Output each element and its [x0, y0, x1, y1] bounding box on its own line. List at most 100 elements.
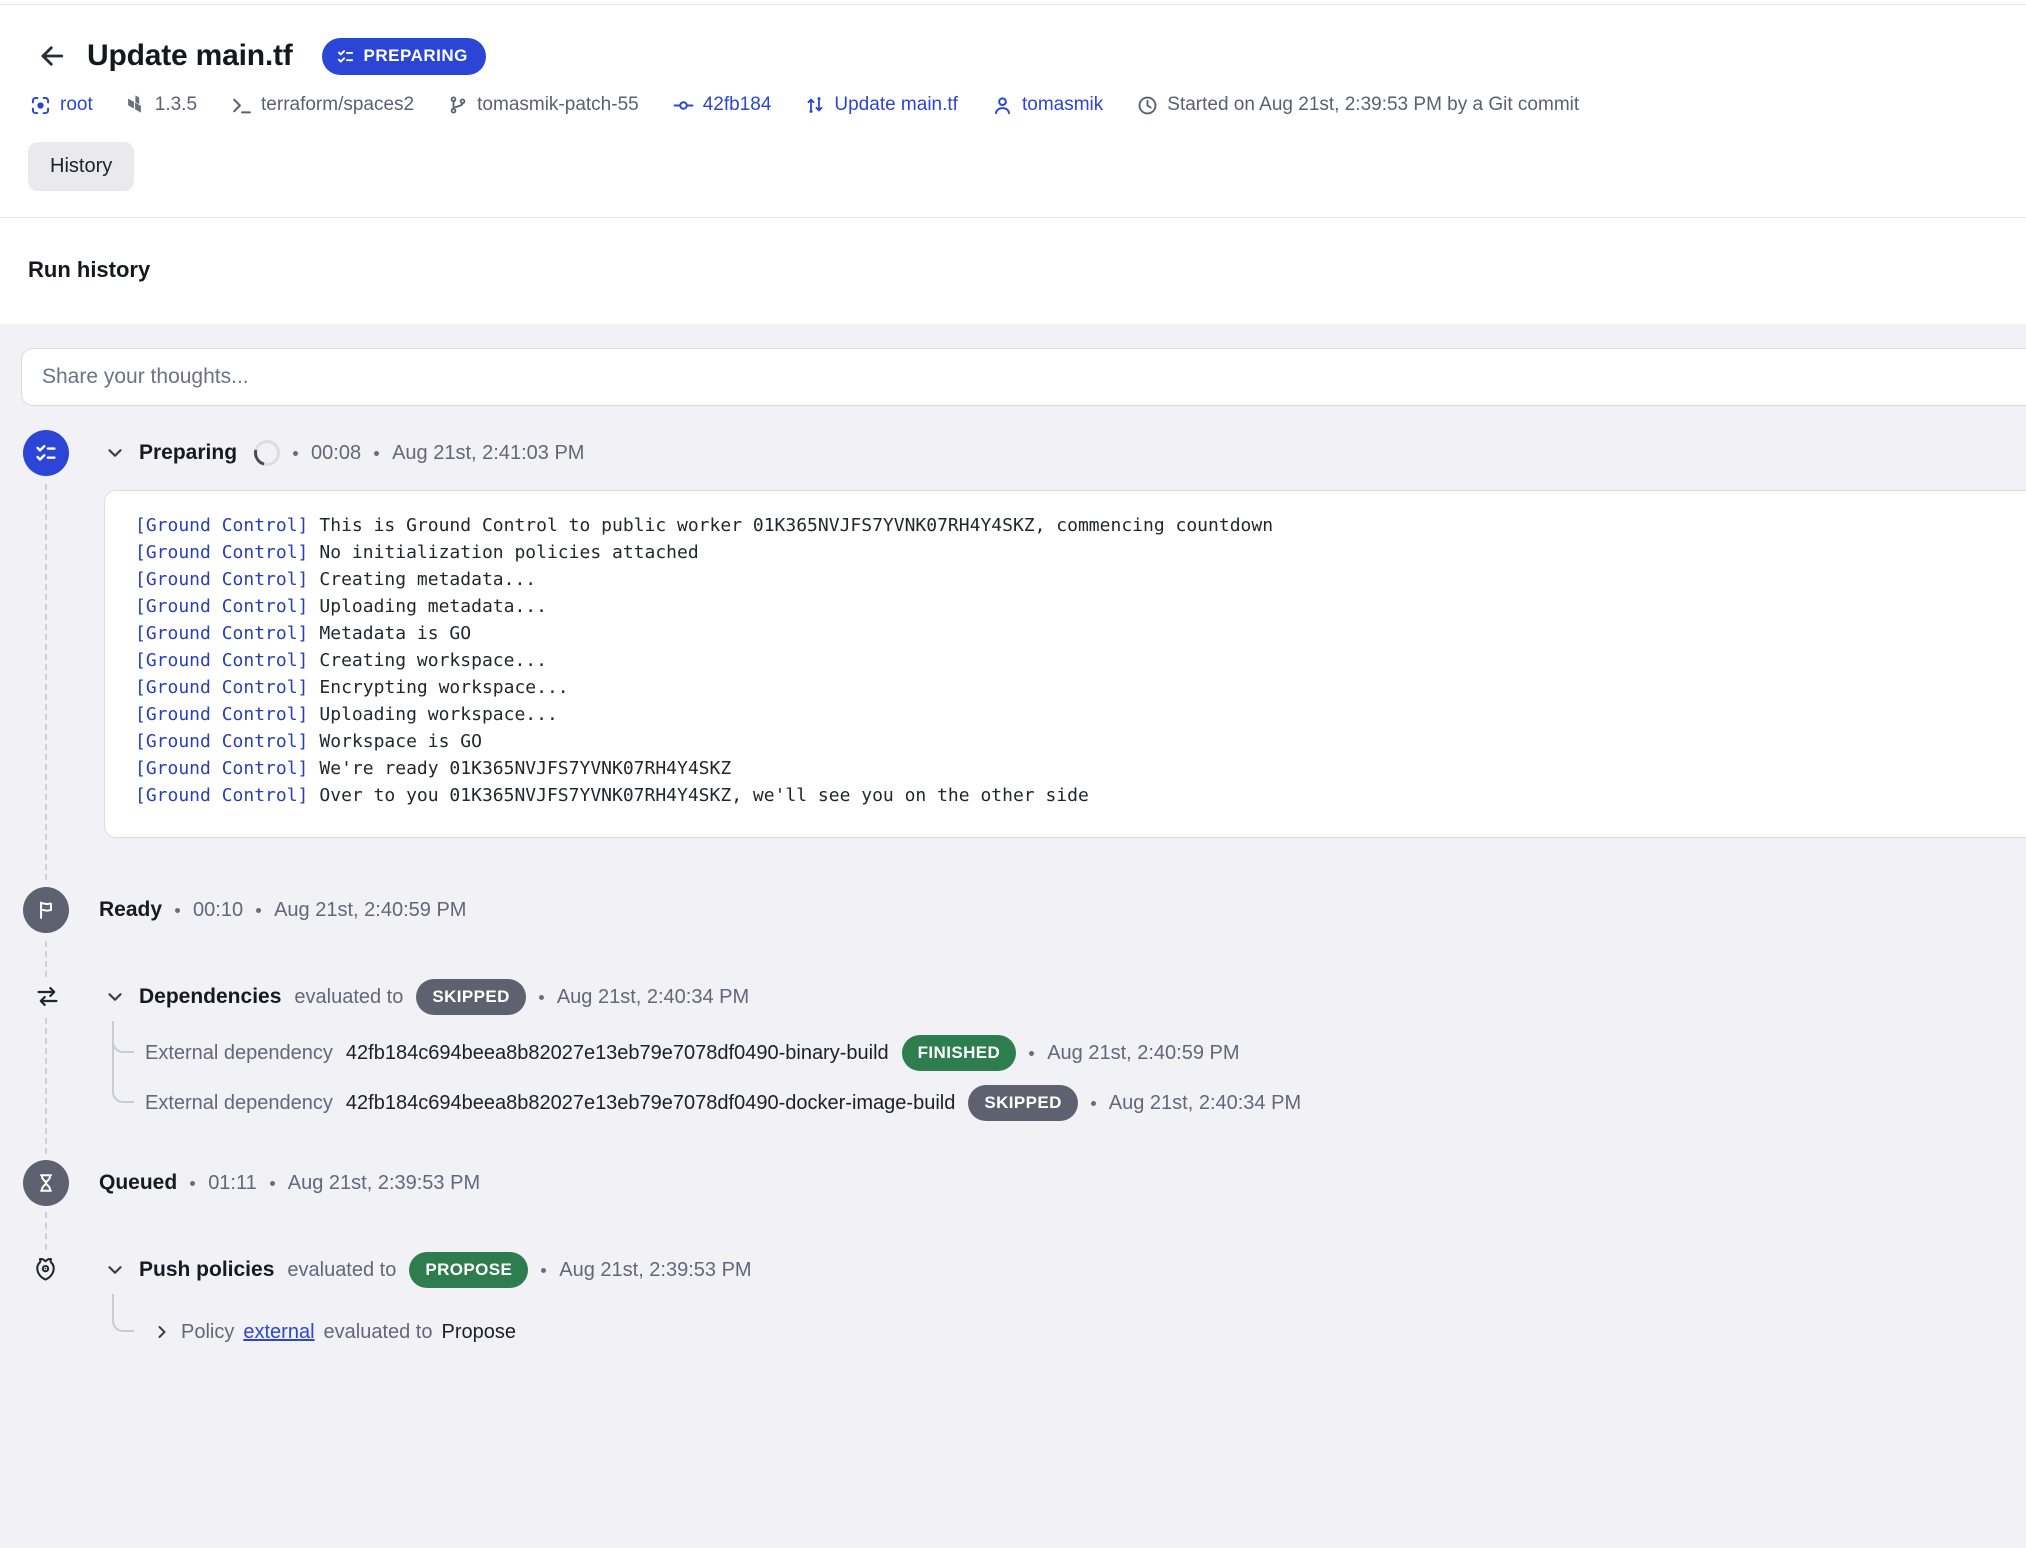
console-line: [Ground Control]Creating workspace... [135, 647, 2026, 674]
event-label: Preparing [139, 441, 237, 465]
event-label: Push policies [139, 1258, 274, 1282]
console-line: [Ground Control]Uploading workspace... [135, 701, 2026, 728]
dependency-name: 42fb184c694beea8b82027e13eb79e7078df0490… [346, 1042, 889, 1065]
event-timestamp: Aug 21st, 2:39:53 PM [288, 1172, 480, 1195]
event-timestamp: Aug 21st, 2:40:59 PM [274, 899, 466, 922]
policy-connector-text: evaluated to [324, 1321, 433, 1344]
console-line: [Ground Control]Encrypting workspace... [135, 674, 2026, 701]
branch-name: tomasmik-patch-55 [477, 94, 639, 116]
dot-separator [541, 1268, 546, 1273]
meta-project-root: terraform/spaces2 [231, 94, 414, 116]
dot-separator [539, 995, 544, 1000]
run-detail-page: Update main.tf PREPARING root 1.3.5 ter [0, 0, 2026, 1548]
timeline-event-dependencies: Dependencies evaluated to SKIPPED Aug 21… [104, 973, 749, 1021]
chevron-right-icon[interactable] [152, 1322, 172, 1342]
dot-separator [175, 908, 180, 913]
git-branch-icon [448, 95, 468, 115]
terraform-version: 1.3.5 [155, 94, 197, 116]
space-icon [30, 95, 51, 116]
event-duration: 00:08 [311, 442, 361, 465]
page-title: Update main.tf [87, 39, 293, 73]
dependency-type-label: External dependency [145, 1092, 333, 1115]
preparing-status-icon [23, 430, 69, 476]
console-line: [Ground Control]This is Ground Control t… [135, 512, 2026, 539]
dot-separator [270, 1181, 275, 1186]
timeline-connector [45, 484, 47, 880]
commit-message: Update main.tf [834, 94, 958, 116]
meta-commit-message[interactable]: Update main.tf [805, 94, 958, 116]
event-timestamp: Aug 21st, 2:40:34 PM [557, 986, 749, 1009]
dependency-name: 42fb184c694beea8b82027e13eb79e7078df0490… [346, 1092, 955, 1115]
chevron-down-icon[interactable] [104, 1259, 126, 1281]
console-line: [Ground Control]No initialization polici… [135, 539, 2026, 566]
external-dependency-row: External dependency 42fb184c694beea8b820… [145, 1029, 1240, 1077]
commit-icon [673, 95, 694, 116]
spinner-icon [249, 435, 285, 471]
tree-connector [112, 1294, 134, 1332]
queued-status-icon [23, 1160, 69, 1206]
console-line: [Ground Control]We're ready 01K365NVJFS7… [135, 755, 2026, 782]
chevron-down-icon[interactable] [104, 442, 126, 464]
policy-shield-icon [31, 1255, 60, 1284]
timeline-connector [45, 1212, 47, 1250]
timeline-event-queued: Queued 01:11 Aug 21st, 2:39:53 PM [99, 1159, 480, 1207]
terminal-icon [231, 95, 252, 116]
console-line: [Ground Control]Uploading metadata... [135, 593, 2026, 620]
meta-branch: tomasmik-patch-55 [448, 94, 639, 116]
status-badge: PROPOSE [409, 1252, 528, 1288]
clock-icon [1137, 95, 1158, 116]
tab-history[interactable]: History [28, 142, 134, 191]
timeline-connector [45, 941, 47, 977]
event-timestamp: Aug 21st, 2:40:59 PM [1047, 1042, 1239, 1065]
event-connector-text: evaluated to [287, 1259, 396, 1282]
started-on-text: Started on Aug 21st, 2:39:53 PM by a Git… [1167, 94, 1579, 116]
timeline-event-push-policies: Push policies evaluated to PROPOSE Aug 2… [104, 1246, 752, 1294]
header-divider [0, 217, 2026, 218]
timeline-event-ready: Ready 00:10 Aug 21st, 2:40:59 PM [99, 886, 466, 934]
status-badge: PREPARING [322, 38, 486, 75]
chevron-down-icon[interactable] [104, 986, 126, 1008]
event-label: Ready [99, 898, 162, 922]
space-name: root [60, 94, 93, 116]
dot-separator [374, 451, 379, 456]
status-badge: SKIPPED [968, 1085, 1077, 1121]
external-dependency-row: External dependency 42fb184c694beea8b820… [145, 1079, 1301, 1127]
event-timestamp: Aug 21st, 2:39:53 PM [559, 1259, 751, 1282]
status-badge: SKIPPED [416, 979, 525, 1015]
flag-icon [35, 899, 57, 921]
dot-separator [1029, 1051, 1034, 1056]
policy-evaluation-row: Policy external evaluated to Propose [152, 1308, 516, 1356]
event-duration: 01:11 [208, 1172, 257, 1195]
policy-link[interactable]: external [243, 1321, 314, 1344]
console-line: [Ground Control]Creating metadata... [135, 566, 2026, 593]
comment-input[interactable] [21, 348, 2026, 406]
project-root: terraform/spaces2 [261, 94, 414, 116]
policy-result: Propose [442, 1321, 517, 1344]
console-log: [Ground Control]This is Ground Control t… [104, 490, 2026, 838]
meta-started-on: Started on Aug 21st, 2:39:53 PM by a Git… [1137, 94, 1579, 116]
event-label: Queued [99, 1171, 177, 1195]
timeline-connector [45, 1018, 47, 1154]
section-heading: Run history [28, 257, 150, 283]
ready-status-icon [23, 887, 69, 933]
dot-separator [190, 1181, 195, 1186]
back-button[interactable] [36, 40, 68, 72]
console-line: [Ground Control]Over to you 01K365NVJFS7… [135, 782, 2026, 809]
policy-prefix: Policy [181, 1321, 234, 1344]
checklist-icon [34, 441, 58, 465]
dot-separator [293, 451, 298, 456]
terraform-icon [127, 95, 146, 116]
console-line: [Ground Control]Metadata is GO [135, 620, 2026, 647]
event-timestamp: Aug 21st, 2:41:03 PM [392, 442, 584, 465]
meta-commit[interactable]: 42fb184 [673, 94, 772, 116]
meta-space[interactable]: root [30, 94, 93, 116]
meta-terraform-version: 1.3.5 [127, 94, 197, 116]
commit-hash: 42fb184 [703, 94, 772, 116]
checklist-icon [336, 47, 355, 66]
timeline-event-preparing: Preparing 00:08 Aug 21st, 2:41:03 PM [104, 429, 584, 477]
user-name: tomasmik [1022, 94, 1103, 116]
status-badge-label: PREPARING [364, 46, 468, 66]
console-line: [Ground Control]Workspace is GO [135, 728, 2026, 755]
meta-user[interactable]: tomasmik [992, 94, 1103, 116]
dependency-type-label: External dependency [145, 1042, 333, 1065]
